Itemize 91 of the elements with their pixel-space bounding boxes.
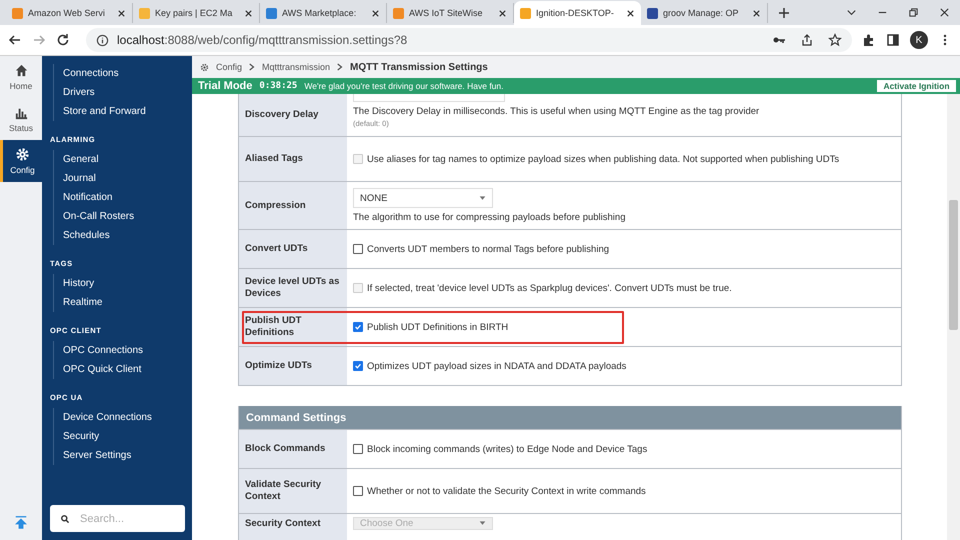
rail-item[interactable]: Home xyxy=(0,56,42,98)
nav-item[interactable]: Server Settings xyxy=(63,446,192,465)
nav-item[interactable]: Store and Forward xyxy=(63,102,192,121)
nav-item[interactable]: Drivers xyxy=(63,83,192,102)
setting-label: Block Commands xyxy=(239,430,347,468)
search-field[interactable]: Search... xyxy=(50,505,185,532)
setting-description: Block incoming commands (writes) to Edge Node and Device Tags xyxy=(367,444,648,454)
rail-item[interactable]: Config xyxy=(0,140,42,182)
trial-label: Trial Mode xyxy=(198,80,252,92)
favicon-icon xyxy=(266,8,277,18)
checkbox[interactable] xyxy=(353,486,363,496)
chevron-icon xyxy=(337,63,344,71)
address-bar[interactable]: localhost:8088/web/config/mqtttransmission.settings?8 xyxy=(86,28,852,52)
setting-label: Optimize UDTs xyxy=(239,347,347,385)
puzzle-icon[interactable] xyxy=(862,33,876,47)
back-icon[interactable] xyxy=(8,33,22,47)
chevron-icon xyxy=(249,63,256,71)
close-icon[interactable] xyxy=(371,8,380,18)
nav-item[interactable]: General xyxy=(63,150,192,169)
nav-item[interactable]: OPC Quick Client xyxy=(63,360,192,379)
browser-tab[interactable]: Amazon Web Servi xyxy=(6,3,133,23)
close-icon[interactable] xyxy=(752,8,761,18)
nav-item[interactable]: On-Call Rosters xyxy=(63,207,192,226)
url-text: localhost:8088/web/config/mqtttransmission.settings?8 xyxy=(117,33,408,47)
close-icon[interactable] xyxy=(939,7,950,18)
checkbox[interactable] xyxy=(353,361,363,371)
checkbox[interactable] xyxy=(353,244,363,254)
nav-item[interactable]: Schedules xyxy=(63,226,192,245)
trial-message: We're glad you're test driving our software. Have fun. xyxy=(304,81,504,91)
favicon-icon xyxy=(647,8,658,18)
setting-description: Use aliases for tag names to optimize payload sizes when publishing data. Not supported when publishing UDTs xyxy=(367,154,840,164)
upload-icon[interactable] xyxy=(14,514,28,530)
breadcrumb-link[interactable]: Config xyxy=(216,62,242,72)
restore-icon[interactable] xyxy=(908,7,919,18)
nav-item[interactable]: Realtime xyxy=(63,293,192,312)
nav-item[interactable]: Connections xyxy=(63,64,192,83)
nav-item[interactable]: Security xyxy=(63,427,192,446)
nav-item[interactable]: Journal xyxy=(63,169,192,188)
setting-description: If selected, treat 'device level UDTs as Sparkplug devices'. Convert UDTs must be true. xyxy=(367,282,732,294)
setting-description: Optimizes UDT payload sizes in NDATA and DDATA payloads xyxy=(367,360,626,372)
gear-icon xyxy=(15,147,30,162)
close-icon[interactable] xyxy=(626,8,635,18)
nav-item[interactable]: Device Connections xyxy=(63,408,192,427)
reload-icon[interactable] xyxy=(56,33,70,47)
setting-label: Device level UDTs as Devices xyxy=(239,269,347,307)
nav-item[interactable]: OPC Connections xyxy=(63,341,192,360)
browser-tab[interactable]: AWS IoT SiteWise xyxy=(387,3,514,23)
star-icon[interactable] xyxy=(828,33,842,47)
new-tab-icon[interactable] xyxy=(778,7,790,19)
setting-label: Discovery Delay xyxy=(239,94,347,136)
section-header: Command Settings xyxy=(239,406,901,429)
setting-description: The algorithm to use for compressing payloads before publishing xyxy=(353,212,626,223)
profile-avatar[interactable]: K xyxy=(910,31,928,49)
number-field[interactable] xyxy=(353,94,505,102)
info-icon xyxy=(96,34,109,46)
setting-label: Security Context xyxy=(239,514,347,540)
browser-tab[interactable]: AWS Marketplace: xyxy=(260,3,387,23)
browser-tab[interactable]: Ignition-DESKTOP- xyxy=(514,1,641,25)
favicon-icon xyxy=(393,8,404,18)
search-icon xyxy=(60,514,70,524)
caret-icon xyxy=(479,521,486,526)
favicon-icon xyxy=(139,8,150,18)
setting-description: Converts UDT members to normal Tags before publishing xyxy=(367,244,610,254)
close-icon[interactable] xyxy=(244,8,253,18)
trial-timer: 0:38:25 xyxy=(259,81,298,91)
activate-button[interactable]: Activate Ignition xyxy=(877,80,956,92)
side-panel-icon[interactable] xyxy=(886,33,900,47)
nav-item[interactable]: Notification xyxy=(63,188,192,207)
checkbox[interactable] xyxy=(353,322,363,332)
home-icon xyxy=(14,63,28,78)
close-icon[interactable] xyxy=(117,8,126,18)
dropdown[interactable]: NONE xyxy=(353,188,493,208)
checkbox[interactable] xyxy=(353,444,363,454)
setting-label: Convert UDTs xyxy=(239,230,347,268)
gear-icon xyxy=(200,62,209,72)
favicon-icon xyxy=(12,8,23,18)
close-icon[interactable] xyxy=(498,8,507,18)
browser-tab[interactable]: groov Manage: OP xyxy=(641,3,768,23)
caret-icon xyxy=(479,196,486,200)
setting-label: Compression xyxy=(239,182,347,229)
rail-item[interactable]: Status xyxy=(0,98,42,140)
share-icon[interactable] xyxy=(800,33,814,47)
setting-label: Validate Security Context xyxy=(239,469,347,513)
breadcrumb-link[interactable]: Mqtttransmission xyxy=(262,62,330,72)
browser-tab[interactable]: Key pairs | EC2 Ma xyxy=(133,3,260,23)
setting-description: Publish UDT Definitions in BIRTH xyxy=(367,322,508,332)
setting-label: Aliased Tags xyxy=(239,137,347,181)
nav-item[interactable]: History xyxy=(63,274,192,293)
setting-description: Whether or not to validate the Security Context in write commands xyxy=(367,486,646,496)
favicon-icon xyxy=(520,8,531,18)
setting-description: The Discovery Delay in milliseconds. This is useful when using MQTT Engine as the tag provider xyxy=(353,106,760,117)
